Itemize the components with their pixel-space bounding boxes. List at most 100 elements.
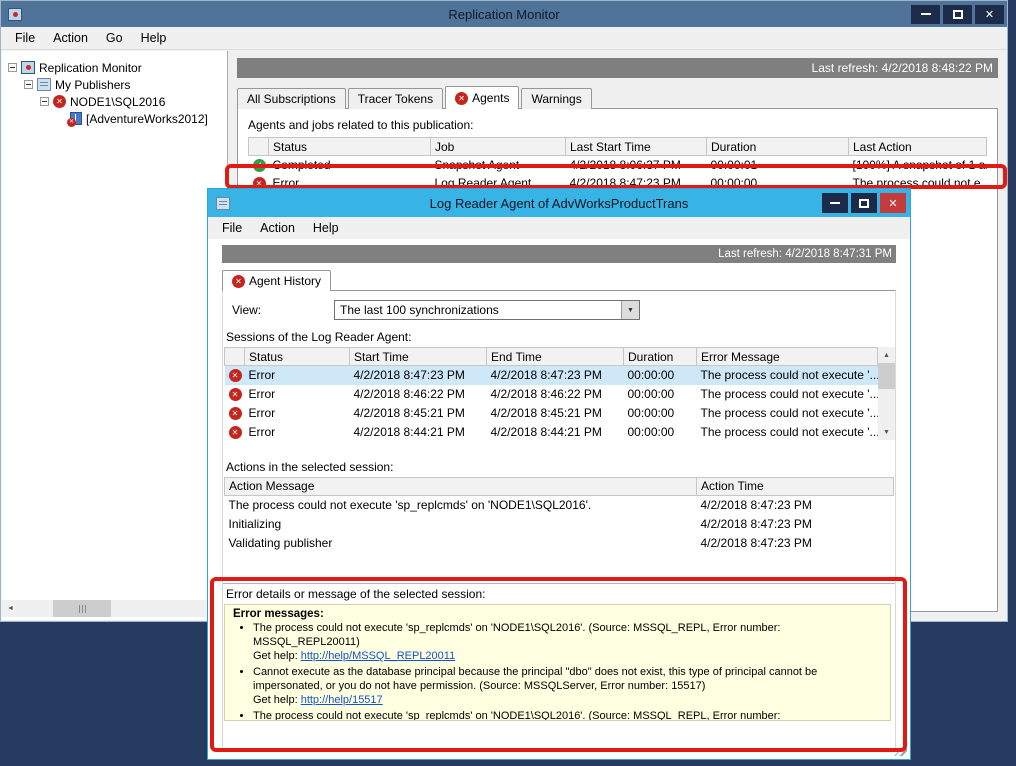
column-header-job[interactable]: Job — [431, 138, 566, 156]
start-time-cell: 4/2/2018 8:44:21 PM — [350, 423, 487, 442]
menu-file[interactable]: File — [213, 218, 251, 238]
close-button[interactable] — [880, 193, 906, 213]
help-link[interactable]: http://help/MSSQL_REPL20011 — [301, 650, 456, 662]
end-time-cell: 4/2/2018 8:45:21 PM — [487, 404, 624, 423]
status-cell: Error — [245, 423, 350, 442]
desktop: { "colors": { "desktop_bg": "#263a5f", "… — [0, 0, 1016, 766]
error-details-label: Error details or message of the selected… — [226, 587, 485, 601]
table-row[interactable]: Error 4/2/2018 8:47:23 PM 4/2/2018 8:47:… — [225, 366, 878, 385]
chevron-down-icon[interactable] — [621, 301, 639, 319]
table-row[interactable]: Completed Snapshot Agent 4/2/2018 8:06:3… — [249, 156, 987, 174]
error-message-item: The process could not execute 'sp_replcm… — [253, 621, 880, 663]
table-row[interactable]: Error 4/2/2018 8:44:21 PM 4/2/2018 8:44:… — [225, 423, 878, 442]
column-header-action-message[interactable]: Action Message — [225, 477, 697, 495]
table-row[interactable]: Error 4/2/2018 8:45:21 PM 4/2/2018 8:45:… — [225, 404, 878, 423]
get-help-label: Get help: — [253, 650, 301, 662]
minimize-button[interactable] — [822, 193, 848, 213]
action-time-cell: 4/2/2018 8:47:23 PM — [697, 514, 894, 533]
menu-file[interactable]: File — [6, 28, 44, 48]
scrollbar-track[interactable] — [878, 363, 895, 424]
menu-help[interactable]: Help — [132, 28, 176, 48]
start-time-cell: 4/2/2018 8:45:21 PM — [350, 404, 487, 423]
scroll-up-icon[interactable] — [878, 347, 895, 363]
menu-go[interactable]: Go — [97, 28, 132, 48]
column-header-start-time[interactable]: Start Time — [350, 348, 487, 366]
tree-item-adventureworks2012[interactable]: [AdventureWorks2012] — [2, 110, 227, 127]
menu-action[interactable]: Action — [251, 218, 304, 238]
error-message-cell: The process could not execute '... — [697, 366, 878, 385]
end-time-cell: 4/2/2018 8:46:22 PM — [487, 385, 624, 404]
table-row[interactable]: The process could not execute 'sp_replcm… — [225, 495, 894, 514]
tree-item-node1-sql2016[interactable]: NODE1\SQL2016 — [2, 93, 227, 110]
status-cell: Error — [245, 366, 350, 385]
minimize-icon — [921, 13, 931, 15]
main-titlebar: Replication Monitor — [1, 1, 1007, 27]
column-header-duration[interactable]: Duration — [624, 348, 697, 366]
close-icon — [888, 196, 897, 210]
duration-cell: 00:00:00 — [624, 404, 697, 423]
scroll-left-icon[interactable] — [2, 600, 19, 617]
close-icon — [985, 7, 994, 21]
table-row[interactable]: Initializing 4/2/2018 8:47:23 PM — [225, 514, 894, 533]
end-time-cell: 4/2/2018 8:44:21 PM — [487, 423, 624, 442]
scrollbar-thumb[interactable] — [53, 600, 111, 617]
minimize-button[interactable] — [911, 5, 940, 24]
tab-tracer-tokens[interactable]: Tracer Tokens — [348, 88, 443, 109]
dialog-tabs: Agent History — [222, 270, 910, 291]
tab-agent-history[interactable]: Agent History — [222, 270, 331, 291]
duration-cell: 00:00:00 — [624, 366, 697, 385]
error-message-text: Cannot execute as the database principal… — [253, 666, 817, 692]
error-status-icon — [232, 275, 245, 288]
last-refresh-bar: Last refresh: 4/2/2018 8:47:31 PM — [222, 245, 896, 263]
last-action-cell: [100%] A snapshot of 1 a... — [849, 156, 987, 174]
completed-status-icon — [253, 159, 266, 172]
tab-all-subscriptions[interactable]: All Subscriptions — [237, 88, 346, 109]
table-row[interactable]: Error 4/2/2018 8:46:22 PM 4/2/2018 8:46:… — [225, 385, 878, 404]
column-header-last-action[interactable]: Last Action — [849, 138, 987, 156]
error-status-icon — [53, 95, 66, 108]
error-details-panel: Error messages: The process could not ex… — [224, 604, 891, 721]
column-header-error-message[interactable]: Error Message — [697, 348, 878, 366]
scrollbar-thumb[interactable] — [878, 363, 895, 389]
table-row[interactable]: Validating publisher 4/2/2018 8:47:23 PM — [225, 533, 894, 552]
collapse-toggle-icon[interactable] — [40, 97, 49, 106]
tab-warnings[interactable]: Warnings — [521, 88, 591, 109]
collapse-toggle-icon[interactable] — [24, 80, 33, 89]
scroll-down-icon[interactable] — [878, 424, 895, 440]
column-header-icon[interactable] — [249, 138, 269, 156]
maximize-button[interactable] — [943, 5, 972, 24]
help-link[interactable]: http://help/15517 — [301, 694, 383, 706]
scrollbar-track[interactable] — [19, 600, 209, 617]
tree-item-my-publishers[interactable]: My Publishers — [2, 76, 227, 93]
column-header-status[interactable]: Status — [245, 348, 350, 366]
sessions-vertical-scrollbar[interactable] — [878, 347, 895, 440]
error-message-item: Cannot execute as the database principal… — [253, 665, 880, 707]
tree-item-replication-monitor[interactable]: Replication Monitor — [2, 59, 227, 76]
app-icon — [8, 8, 22, 21]
column-header-end-time[interactable]: End Time — [487, 348, 624, 366]
window-title: Replication Monitor — [1, 7, 1007, 22]
menu-help[interactable]: Help — [304, 218, 348, 238]
job-cell: Snapshot Agent — [431, 156, 566, 174]
column-header-icon[interactable] — [225, 348, 245, 366]
replication-monitor-icon — [21, 61, 35, 74]
menu-action[interactable]: Action — [44, 28, 97, 48]
view-dropdown[interactable]: The last 100 synchronizations — [334, 300, 640, 320]
tree-horizontal-scrollbar[interactable] — [2, 600, 226, 617]
dialog-client-area: Last refresh: 4/2/2018 8:47:31 PM Agent … — [208, 239, 910, 759]
status-cell: Error — [245, 404, 350, 423]
maximize-button[interactable] — [851, 193, 877, 213]
column-header-duration[interactable]: Duration — [707, 138, 849, 156]
tree-item-label: Replication Monitor — [39, 61, 142, 75]
duration-cell: 00:00:00 — [624, 385, 697, 404]
close-button[interactable] — [975, 5, 1004, 24]
get-help-label: Get help: — [253, 694, 301, 706]
action-time-cell: 4/2/2018 8:47:23 PM — [697, 533, 894, 552]
tab-agents[interactable]: Agents — [445, 86, 519, 109]
action-message-cell: The process could not execute 'sp_replcm… — [225, 495, 697, 514]
column-header-last-start-time[interactable]: Last Start Time — [566, 138, 707, 156]
column-header-status[interactable]: Status — [269, 138, 431, 156]
collapse-toggle-icon[interactable] — [8, 63, 17, 72]
end-time-cell: 4/2/2018 8:47:23 PM — [487, 366, 624, 385]
column-header-action-time[interactable]: Action Time — [697, 477, 894, 495]
